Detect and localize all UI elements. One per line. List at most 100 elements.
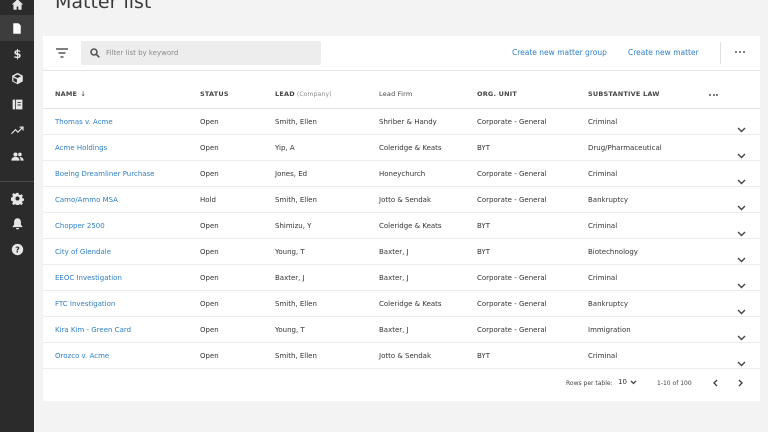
table-row[interactable]: Chopper 2500 Open Shimizu, Y Coleridge &… — [43, 213, 760, 239]
create-matter-button[interactable]: Create new matter — [628, 48, 699, 57]
lead-firm-cell: Coleridge & Keats — [379, 144, 442, 152]
chevron-down-icon — [630, 380, 637, 384]
toolbar: Create new matter group Create new matte… — [43, 36, 760, 71]
column-header-org-unit[interactable]: ORG. UNIT — [477, 90, 517, 98]
cube-icon[interactable] — [9, 70, 25, 86]
matter-name-link[interactable]: Camo/Ammo MSA — [55, 196, 118, 204]
status-cell: Hold — [200, 196, 216, 204]
substantive-law-cell: Bankruptcy — [588, 300, 629, 308]
lead-firm-cell: Shriber & Handy — [379, 118, 437, 126]
lead-cell: Jones, Ed — [275, 170, 308, 178]
substantive-law-cell: Drug/Pharmaceutical — [588, 144, 662, 152]
column-options-icon[interactable] — [709, 91, 721, 99]
matter-name-link[interactable]: Kira Kim - Green Card — [55, 326, 131, 334]
table-row[interactable]: Orozco v. Acme Open Smith, Ellen Jotto &… — [43, 343, 760, 369]
lead-cell: Smith, Ellen — [275, 118, 317, 126]
document-icon[interactable] — [0, 15, 34, 41]
table-row[interactable]: Boeing Dreamliner Purchase Open Jones, E… — [43, 161, 760, 187]
expand-row-icon[interactable] — [737, 118, 746, 133]
org-unit-cell: BYT — [477, 248, 490, 256]
page-title: Matter list — [55, 0, 152, 13]
filter-icon[interactable] — [54, 45, 70, 61]
expand-row-icon[interactable] — [737, 248, 746, 263]
table-row[interactable]: EEOC Investigation Open Baxter, J Baxter… — [43, 265, 760, 291]
table-row[interactable]: Thomas v. Acme Open Smith, Ellen Shriber… — [43, 109, 760, 135]
lead-cell: Shimizu, Y — [275, 222, 312, 230]
org-unit-cell: Corporate - General — [477, 118, 547, 126]
expand-row-icon[interactable] — [737, 352, 746, 367]
lead-firm-cell: Honeychurch — [379, 170, 426, 178]
table-row[interactable]: Acme Holdings Open Yip, A Coleridge & Ke… — [43, 135, 760, 161]
table-row[interactable]: City of Glendale Open Young, T Baxter, J… — [43, 239, 760, 265]
status-cell: Open — [200, 274, 219, 282]
bell-icon[interactable] — [9, 215, 25, 231]
status-cell: Open — [200, 248, 219, 256]
org-unit-cell: Corporate - General — [477, 196, 547, 204]
lead-cell: Young, T — [275, 326, 305, 334]
matter-name-link[interactable]: EEOC Investigation — [55, 274, 122, 282]
org-unit-cell: BYT — [477, 144, 490, 152]
column-header-status[interactable]: STATUS — [200, 90, 229, 98]
lead-cell: Young, T — [275, 248, 305, 256]
pagination: Rows per table: 10 1-10 of 100 — [43, 373, 760, 393]
expand-row-icon[interactable] — [737, 326, 746, 341]
matter-name-link[interactable]: Acme Holdings — [55, 144, 107, 152]
search-box — [81, 41, 321, 65]
status-cell: Open — [200, 118, 219, 126]
more-options-icon[interactable] — [733, 45, 747, 59]
help-icon[interactable]: ? — [9, 241, 25, 257]
org-unit-cell: Corporate - General — [477, 300, 547, 308]
rows-per-page-label: Rows per table: — [566, 380, 613, 387]
substantive-law-cell: Immigration — [588, 326, 631, 334]
gear-icon[interactable] — [9, 190, 25, 206]
column-header-lead[interactable]: LEAD (Company) — [275, 90, 332, 98]
matter-name-link[interactable]: Thomas v. Acme — [55, 118, 113, 126]
matter-name-link[interactable]: Boeing Dreamliner Purchase — [55, 170, 155, 178]
lead-cell: Baxter, J — [275, 274, 305, 282]
people-icon[interactable] — [9, 148, 25, 164]
lead-firm-cell: Coleridge & Keats — [379, 300, 442, 308]
search-icon — [90, 48, 100, 58]
column-header-lead-firm[interactable]: Lead Firm — [379, 90, 412, 98]
org-unit-cell: Corporate - General — [477, 274, 547, 282]
previous-page-icon[interactable] — [710, 378, 720, 388]
create-matter-group-button[interactable]: Create new matter group — [512, 48, 607, 57]
table-row[interactable]: FTC Investigation Open Smith, Ellen Cole… — [43, 291, 760, 317]
substantive-law-cell: Criminal — [588, 222, 618, 230]
matter-name-link[interactable]: Orozco v. Acme — [55, 352, 109, 360]
table-row[interactable]: Camo/Ammo MSA Hold Smith, Ellen Jotto & … — [43, 187, 760, 213]
substantive-law-cell: Bankruptcy — [588, 196, 629, 204]
matter-name-link[interactable]: FTC Investigation — [55, 300, 115, 308]
lead-cell: Smith, Ellen — [275, 352, 317, 360]
substantive-law-cell: Criminal — [588, 170, 618, 178]
substantive-law-cell: Criminal — [588, 118, 618, 126]
home-icon[interactable] — [9, 0, 25, 12]
trend-icon[interactable] — [9, 122, 25, 138]
svg-text:?: ? — [15, 244, 20, 254]
page-range: 1-10 of 100 — [657, 380, 692, 387]
table-row[interactable]: Kira Kim - Green Card Open Young, T Baxt… — [43, 317, 760, 343]
substantive-law-cell: Biotechnology — [588, 248, 638, 256]
lead-cell: Yip, A — [275, 144, 295, 152]
search-input[interactable] — [106, 49, 306, 57]
matter-name-link[interactable]: Chopper 2500 — [55, 222, 105, 230]
lead-firm-cell: Baxter, J — [379, 326, 409, 334]
expand-row-icon[interactable] — [737, 274, 746, 289]
expand-row-icon[interactable] — [737, 196, 746, 211]
book-icon[interactable] — [9, 96, 25, 112]
dollar-icon[interactable]: $ — [9, 45, 25, 61]
next-page-icon[interactable] — [735, 378, 745, 388]
nav-rail: $ ? — [0, 0, 34, 432]
org-unit-cell: Corporate - General — [477, 326, 547, 334]
expand-row-icon[interactable] — [737, 222, 746, 237]
expand-row-icon[interactable] — [737, 170, 746, 185]
expand-row-icon[interactable] — [737, 144, 746, 159]
status-cell: Open — [200, 144, 219, 152]
column-header-substantive-law[interactable]: SUBSTANTIVE LAW — [588, 90, 660, 98]
rows-per-page-select[interactable]: 10 — [618, 378, 637, 386]
lead-cell: Smith, Ellen — [275, 300, 317, 308]
column-header-name[interactable]: NAME ↓ — [55, 90, 86, 98]
expand-row-icon[interactable] — [737, 300, 746, 315]
rail-divider — [0, 181, 34, 182]
matter-name-link[interactable]: City of Glendale — [55, 248, 111, 256]
